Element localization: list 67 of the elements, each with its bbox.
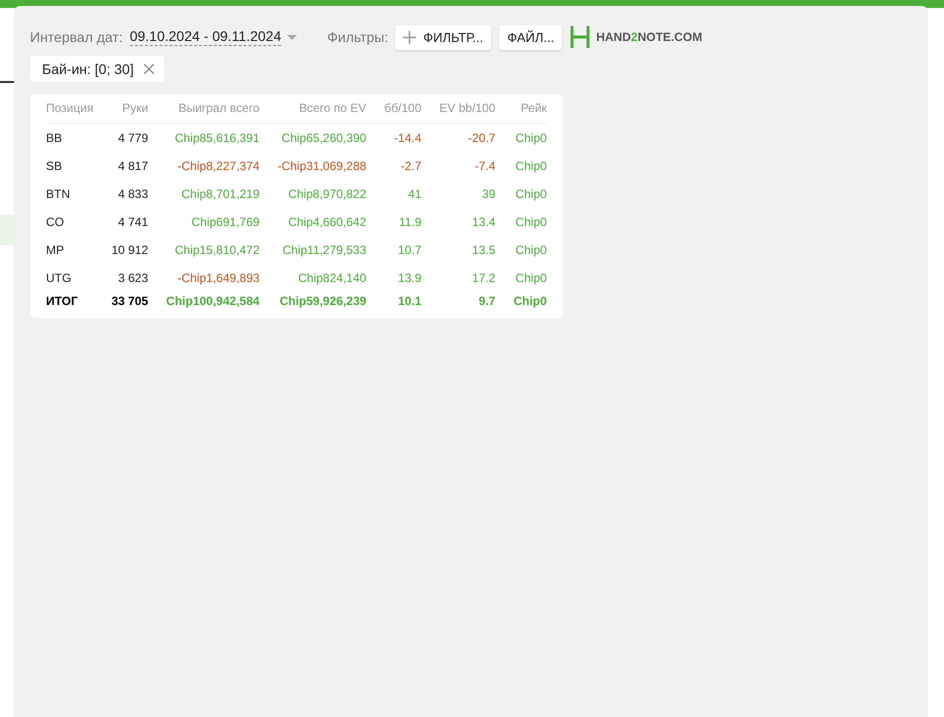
column-header[interactable]: EV bb/100 <box>421 94 496 124</box>
table-cell: Chip0 <box>495 152 547 180</box>
table-cell-text: Chip0 <box>512 293 547 310</box>
caret-icon[interactable] <box>287 34 298 40</box>
table-cell: Chip65,260,390 <box>260 124 366 152</box>
table-cell-text: Chip11,279,533 <box>281 242 366 259</box>
logo-icon <box>570 26 590 48</box>
table-cell-text: Chip0 <box>514 186 547 203</box>
table-cell-text: 10 912 <box>110 242 148 259</box>
table-cell: 4 779 <box>93 124 148 152</box>
add-filter-button[interactable]: ФИЛЬТР... <box>395 24 492 50</box>
table-cell-text: Chip0 <box>514 270 547 287</box>
table-cell-text: ИТОГ <box>46 293 79 310</box>
table-cell-text: CO <box>46 214 65 231</box>
table-cell-text: 10.1 <box>397 293 422 310</box>
table-cell: Chip0 <box>495 124 547 152</box>
column-header[interactable]: Позиция <box>46 94 94 124</box>
table-cell: 9.7 <box>421 292 496 312</box>
table-cell-text: -7.4 <box>474 158 496 175</box>
table-cell: Chip15,810,472 <box>148 236 260 264</box>
table-cell-text: 4 817 <box>117 158 148 175</box>
table-cell-text: 39 <box>481 186 496 203</box>
table-cell-text: Chip4,660,642 <box>287 214 366 231</box>
table-cell: Chip0 <box>495 208 547 236</box>
date-range-picker[interactable]: 09.10.2024 - 09.11.2024 <box>130 28 282 46</box>
table-cell: BB <box>46 124 94 152</box>
table-cell: Chip100,942,584 <box>148 292 260 312</box>
table-cell-text: Chip0 <box>514 242 547 259</box>
table-cell: -14.4 <box>366 124 422 152</box>
table-cell-text: 10.7 <box>397 242 422 259</box>
table-cell-text: MP <box>46 242 65 259</box>
table-cell: Chip59,926,239 <box>260 292 366 312</box>
date-label: Интервал дат: <box>30 29 123 45</box>
column-header[interactable]: Руки <box>93 94 148 124</box>
table-cell: Chip8,701,219 <box>148 180 260 208</box>
table-cell: -20.7 <box>421 124 496 152</box>
table-cell: Chip85,616,391 <box>148 124 260 152</box>
table-cell-text: -2.7 <box>400 158 422 175</box>
table-cell-text: 33 705 <box>110 293 148 310</box>
table-cell-text: 4 741 <box>117 214 148 231</box>
table-cell-text: 41 <box>407 186 422 203</box>
filters-label: Фильтры: <box>327 29 388 45</box>
table-cell-text: SB <box>46 158 64 175</box>
plus-icon <box>403 30 416 44</box>
table-cell: -Chip8,227,374 <box>148 152 260 180</box>
table-cell-text: 13.4 <box>471 214 496 231</box>
table-cell-text: 13.9 <box>397 270 422 287</box>
column-header[interactable]: бб/100 <box>366 94 422 124</box>
table-cell-text: 3 623 <box>117 270 148 287</box>
table-cell-text: Chip824,140 <box>297 270 366 287</box>
table-cell: -Chip1,649,893 <box>148 264 260 292</box>
table-cell-text: 11.9 <box>398 214 422 231</box>
table-cell-text: 13.5 <box>471 242 496 259</box>
table-cell-text: 4 833 <box>117 186 148 203</box>
table-cell: Chip691,769 <box>148 208 260 236</box>
table-cell: -Chip31,069,288 <box>260 152 366 180</box>
table-cell-text: UTG <box>46 270 72 287</box>
column-header[interactable]: Выиграл всего <box>148 94 260 124</box>
logo-text: HAND2NOTE.COM <box>596 30 702 44</box>
file-button[interactable]: ФАЙЛ... <box>499 24 562 50</box>
chip-label: Бай-ин: [0; 30] <box>42 61 134 77</box>
column-header[interactable]: Всего по EV <box>260 94 366 124</box>
table-cell-text: BTN <box>46 186 71 203</box>
close-icon[interactable] <box>144 64 154 74</box>
table-cell-text: Chip8,970,822 <box>287 186 366 203</box>
column-header[interactable]: Рейк <box>495 94 547 124</box>
table-cell-text: 17.2 <box>471 270 496 287</box>
